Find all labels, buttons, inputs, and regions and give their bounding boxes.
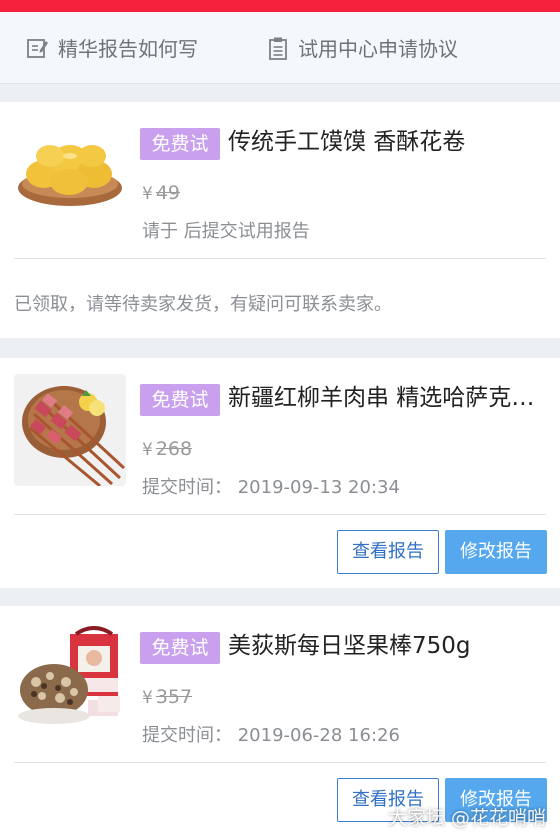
shipping-status-note: 已领取，请等待卖家发货，有疑问可联系卖家。 [14, 294, 392, 315]
product-title[interactable]: 美荻斯每日坚果棒750g [228, 630, 548, 662]
submission-time: 提交时间： 2019-09-13 20:34 [142, 477, 400, 498]
product-title[interactable]: 传统手工馍馍 香酥花卷 [228, 126, 548, 158]
product-image[interactable] [14, 130, 126, 210]
top-accent-bar [0, 0, 560, 12]
free-trial-badge: 免费试 [140, 384, 220, 416]
original-price: 268 [155, 438, 193, 460]
submission-time: 提交时间： 2019-06-28 16:26 [142, 725, 400, 746]
clipboard-icon [269, 37, 287, 60]
tab-trial-agreement[interactable]: 试用中心申请协议 [268, 33, 458, 62]
divider [14, 762, 546, 763]
product-price: ¥357 [142, 686, 192, 708]
report-deadline: 请于 后提交试用报告 [142, 221, 310, 242]
product-image[interactable] [14, 626, 126, 738]
divider [14, 514, 546, 515]
view-report-button[interactable]: 查看报告 [337, 530, 439, 574]
product-price: ¥268 [142, 438, 192, 460]
free-trial-badge: 免费试 [140, 632, 220, 664]
edit-report-button[interactable]: 修改报告 [445, 530, 547, 574]
watermark: 大家坛 @花花哨哨 [387, 807, 546, 829]
currency-symbol: ¥ [142, 440, 153, 460]
edit-document-icon [27, 38, 48, 58]
product-title[interactable]: 新疆红柳羊肉串 精选哈萨克羊肉 [228, 382, 548, 414]
header-tabs: 精华报告如何写 试用中心申请协议 [0, 12, 560, 84]
original-price: 357 [155, 686, 193, 708]
original-price: 49 [155, 182, 181, 204]
currency-symbol: ¥ [142, 688, 153, 708]
trial-card: 免费试 新疆红柳羊肉串 精选哈萨克羊肉 ¥268 提交时间： 2019-09-1… [0, 358, 560, 588]
currency-symbol: ¥ [142, 184, 153, 204]
tab-report-guide[interactable]: 精华报告如何写 [26, 33, 198, 62]
product-image[interactable] [14, 374, 126, 486]
product-price: ¥49 [142, 182, 180, 204]
free-trial-badge: 免费试 [140, 128, 220, 160]
tab-trial-agreement-label: 试用中心申请协议 [298, 37, 458, 61]
trial-card: 免费试 传统手工馍馍 香酥花卷 ¥49 请于 后提交试用报告 已领取，请等待卖家… [0, 102, 560, 338]
tab-report-guide-label: 精华报告如何写 [58, 37, 198, 61]
divider [14, 258, 546, 259]
